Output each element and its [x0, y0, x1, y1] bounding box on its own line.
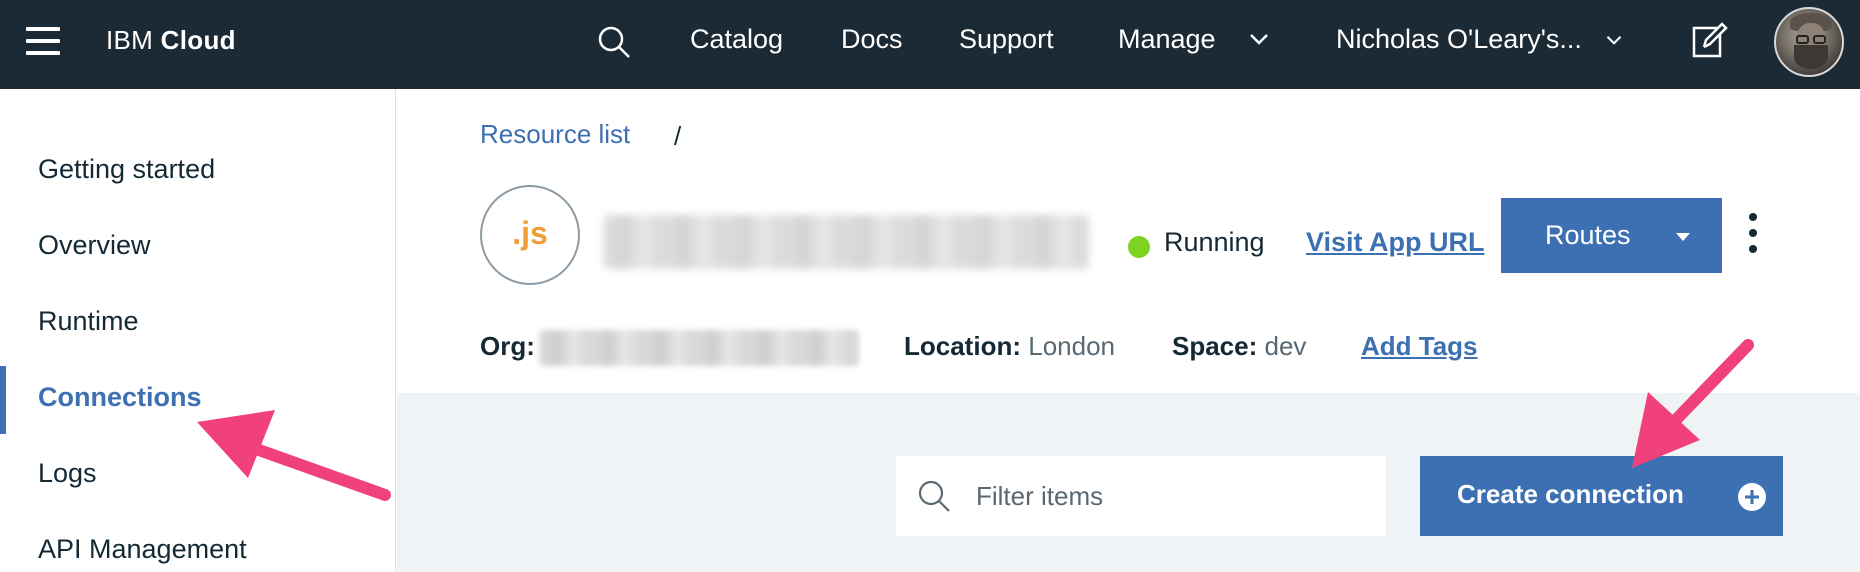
- app-header: Resource list / .js Running Visit App UR…: [397, 89, 1860, 393]
- add-tags-link[interactable]: Add Tags: [1361, 331, 1478, 362]
- org-info: Org:: [480, 331, 535, 362]
- sidebar: Getting started Overview Runtime Connect…: [0, 89, 396, 572]
- breadcrumb-separator: /: [674, 121, 682, 151]
- routes-button-label: Routes: [1545, 220, 1631, 250]
- breadcrumb-resource-list[interactable]: Resource list: [480, 119, 630, 150]
- sidebar-item-runtime[interactable]: Runtime: [38, 306, 139, 337]
- create-connection-button[interactable]: Create connection: [1420, 456, 1783, 536]
- caret-down-icon[interactable]: [1676, 233, 1690, 241]
- nodejs-app-icon: .js: [480, 185, 580, 285]
- chevron-down-icon[interactable]: [1605, 34, 1623, 46]
- user-avatar[interactable]: [1774, 7, 1844, 77]
- nav-docs[interactable]: Docs: [841, 24, 903, 55]
- sidebar-item-getting-started[interactable]: Getting started: [38, 154, 215, 185]
- sidebar-item-logs[interactable]: Logs: [38, 458, 97, 489]
- active-indicator: [0, 366, 6, 434]
- brand-prefix: IBM: [106, 25, 154, 55]
- location-info: Location: London: [904, 331, 1115, 362]
- sidebar-item-connections[interactable]: Connections: [38, 382, 202, 413]
- space-value: dev: [1264, 331, 1307, 361]
- sidebar-item-overview[interactable]: Overview: [38, 230, 151, 261]
- search-icon: [918, 480, 950, 512]
- app-icon-text: .js: [512, 215, 548, 251]
- space-label: Space:: [1172, 331, 1258, 361]
- app-status: Running: [1164, 227, 1265, 257]
- search-icon[interactable]: [594, 22, 634, 62]
- account-switcher[interactable]: Nicholas O'Leary's...: [1336, 24, 1582, 55]
- routes-button[interactable]: Routes: [1501, 198, 1722, 273]
- nav-catalog[interactable]: Catalog: [690, 24, 783, 55]
- filter-search-box[interactable]: [896, 456, 1386, 536]
- org-label: Org:: [480, 331, 535, 361]
- location-value: London: [1028, 331, 1115, 361]
- nav-support[interactable]: Support: [959, 24, 1054, 55]
- edit-feedback-icon[interactable]: [1690, 20, 1728, 60]
- visit-app-url-link[interactable]: Visit App URL: [1306, 227, 1485, 258]
- filter-items-input[interactable]: [976, 456, 1376, 536]
- top-navigation-bar: IBM Cloud Catalog Docs Support Manage Ni…: [0, 0, 1860, 89]
- overflow-menu-icon[interactable]: [1745, 213, 1761, 261]
- app-name-redacted: [603, 215, 1089, 269]
- add-circle-icon: [1738, 483, 1766, 511]
- nav-manage[interactable]: Manage: [1118, 24, 1216, 55]
- create-connection-label: Create connection: [1457, 479, 1684, 509]
- hamburger-menu-icon[interactable]: [26, 27, 60, 55]
- sidebar-item-api-management[interactable]: API Management: [38, 534, 247, 565]
- space-info: Space: dev: [1172, 331, 1306, 362]
- chevron-down-icon[interactable]: [1248, 32, 1270, 46]
- location-label: Location:: [904, 331, 1021, 361]
- brand-name: Cloud: [160, 25, 236, 55]
- org-name-redacted: [539, 330, 859, 366]
- status-running-icon: [1128, 236, 1150, 258]
- connections-panel: Create connection: [397, 393, 1860, 572]
- brand-logo[interactable]: IBM Cloud: [106, 25, 236, 56]
